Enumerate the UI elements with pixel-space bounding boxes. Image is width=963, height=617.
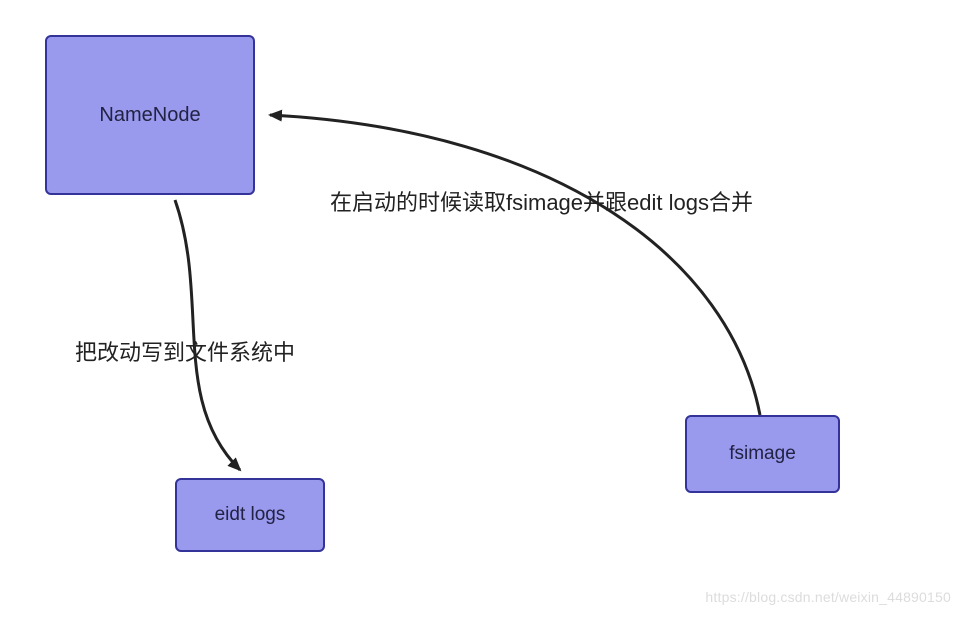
edge-fsimage-to-namenode xyxy=(270,115,760,415)
node-fsimage-label: fsimage xyxy=(729,443,796,465)
node-fsimage: fsimage xyxy=(685,415,840,493)
node-namenode: NameNode xyxy=(45,35,255,195)
edge-label-write-fs: 把改动写到文件系统中 xyxy=(75,335,295,367)
watermark-text: https://blog.csdn.net/weixin_44890150 xyxy=(705,589,951,605)
edge-label-read-merge: 在启动的时候读取fsimage并跟edit logs合并 xyxy=(330,185,753,217)
node-eidt-logs: eidt logs xyxy=(175,478,325,552)
node-namenode-label: NameNode xyxy=(99,104,200,127)
node-eidt-logs-label: eidt logs xyxy=(215,504,286,526)
